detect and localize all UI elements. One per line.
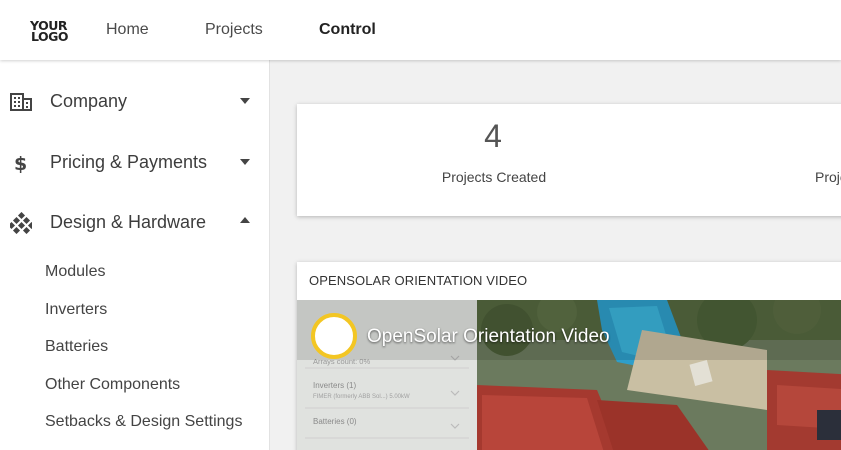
logo-line-2: LOGO bbox=[31, 29, 69, 44]
stat-label-second: Proje bbox=[815, 169, 841, 185]
nav-home[interactable]: Home bbox=[106, 21, 149, 39]
sidebar-section-pricing[interactable]: $ Pricing & Payments bbox=[0, 138, 270, 186]
nav-control[interactable]: Control bbox=[319, 21, 376, 39]
video-player[interactable]: Arrays count: 0% Inverters (1) FIMER (fo… bbox=[297, 300, 841, 450]
chevron-up-icon bbox=[240, 217, 250, 223]
chevron-down-icon bbox=[240, 98, 250, 104]
overlay-text-inverter-model: FIMER (formerly ABB Sol...) 5.00kW bbox=[313, 394, 410, 400]
overlay-text-batteries: Batteries (0) bbox=[313, 417, 357, 426]
sidebar-item-other-components[interactable]: Other Components bbox=[45, 376, 180, 394]
sidebar-section-label: Design & Hardware bbox=[50, 212, 207, 232]
video-thumbnail: Arrays count: 0% Inverters (1) FIMER (fo… bbox=[297, 300, 841, 450]
sidebar-section-company[interactable]: Company bbox=[0, 77, 270, 125]
sidebar-item-modules[interactable]: Modules bbox=[45, 263, 105, 281]
stat-label-projects-created: Projects Created bbox=[441, 169, 547, 185]
stats-card: 4 Projects Created Proje bbox=[297, 104, 841, 216]
sidebar-section-design[interactable]: Design & Hardware bbox=[0, 198, 270, 246]
logo[interactable]: YOUR LOGO bbox=[30, 19, 72, 44]
chevron-down-icon bbox=[240, 159, 250, 165]
video-card-title: OPENSOLAR ORIENTATION VIDEO bbox=[309, 273, 528, 288]
channel-avatar[interactable] bbox=[311, 313, 357, 359]
sidebar-section-label: Company bbox=[50, 91, 128, 111]
stat-value-projects-created: 4 bbox=[484, 118, 502, 154]
sidebar-section-label: Pricing & Payments bbox=[50, 152, 208, 172]
video-card: OPENSOLAR ORIENTATION VIDEO Arrays count… bbox=[297, 262, 841, 450]
grid-diamond-icon bbox=[7, 211, 36, 235]
svg-text:$: $ bbox=[14, 153, 27, 174]
sidebar-item-batteries[interactable]: Batteries bbox=[45, 338, 108, 356]
sidebar-item-inverters[interactable]: Inverters bbox=[45, 301, 107, 319]
dollar-icon: $ bbox=[10, 152, 32, 175]
building-icon bbox=[10, 91, 32, 113]
top-bar: YOUR LOGO Home Projects Control bbox=[0, 0, 841, 60]
sidebar: Company $ Pricing & Payments Design & Ha… bbox=[0, 60, 270, 450]
nav-projects[interactable]: Projects bbox=[205, 21, 263, 39]
video-heading[interactable]: OpenSolar Orientation Video bbox=[367, 326, 610, 348]
overlay-text-inverters: Inverters (1) bbox=[313, 381, 356, 390]
sidebar-item-setbacks[interactable]: Setbacks & Design Settings bbox=[45, 413, 242, 431]
